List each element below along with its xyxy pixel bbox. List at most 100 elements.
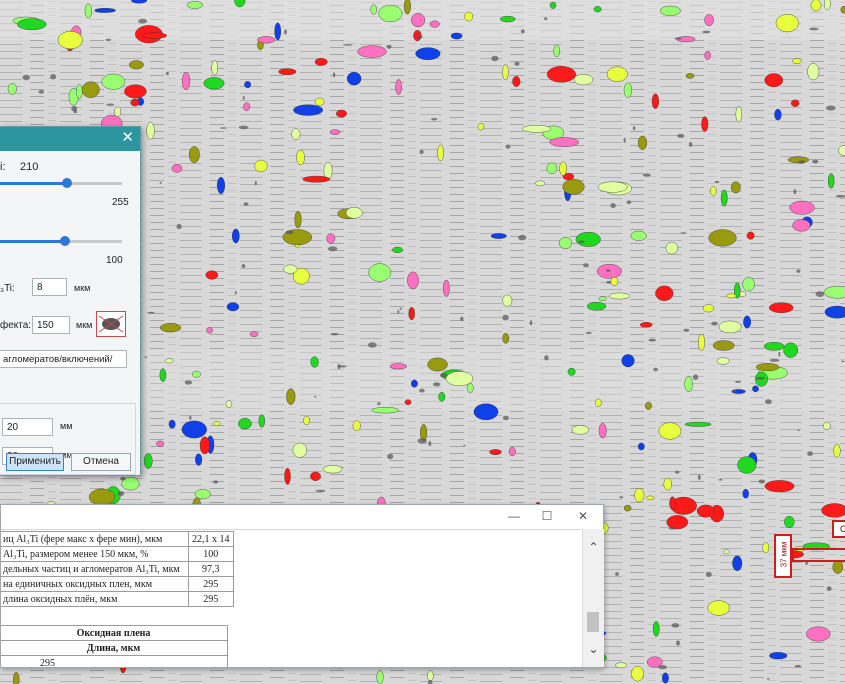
threshold-slider-thumb[interactable]: [62, 178, 73, 188]
second-slider-thumb[interactable]: [59, 236, 70, 246]
inclusion-mark: [314, 395, 317, 398]
results-titlebar[interactable]: — ☐ ✕: [1, 505, 603, 527]
particle: [735, 106, 742, 123]
inclusion-mark: [544, 355, 549, 361]
particle: [764, 480, 795, 493]
particle: [292, 442, 307, 458]
cancel-button[interactable]: Отмена: [71, 453, 131, 471]
particle: [411, 13, 426, 28]
apply-button[interactable]: Применить: [6, 453, 64, 471]
scroll-thumb[interactable]: [587, 612, 599, 632]
inclusion-mark: [38, 89, 45, 94]
inclusion-mark: [285, 230, 294, 235]
inclusion-mark: [648, 338, 656, 342]
inclusion-mark: [809, 27, 819, 31]
threshold-slider[interactable]: [0, 178, 122, 188]
particle: [231, 228, 240, 244]
scroll-down-icon[interactable]: ⌄: [583, 641, 604, 657]
particle: [665, 241, 678, 255]
defect-size-input[interactable]: 150: [32, 316, 70, 334]
particle: [159, 368, 167, 382]
particle: [610, 276, 619, 286]
particle: [94, 7, 116, 13]
particle: [553, 44, 560, 58]
mode-select[interactable]: агломератов/включений/плен: [0, 350, 127, 368]
particle: [549, 1, 557, 9]
inclusion-mark: [841, 360, 845, 363]
inclusion-mark: [826, 105, 836, 111]
particle: [752, 385, 759, 393]
inclusion-mark: [676, 640, 680, 646]
particle: [630, 230, 647, 241]
particle: [211, 60, 218, 76]
oxide-header: Оксидная плена: [1, 625, 228, 641]
min-size-input[interactable]: 8: [32, 278, 67, 296]
particle: [549, 137, 579, 147]
results-close-button[interactable]: ✕: [570, 507, 596, 525]
summary-label: дельных частиц и агломератов Al₃Ti, мкм: [1, 561, 189, 577]
scroll-up-icon[interactable]: ⌃: [583, 539, 604, 555]
particle: [357, 45, 387, 58]
inclusion-mark: [419, 388, 425, 393]
threshold-slider-fill: [0, 182, 68, 185]
particle: [769, 302, 794, 314]
particle: [238, 418, 252, 430]
particle: [631, 666, 644, 682]
second-slider[interactable]: [0, 236, 122, 246]
particle: [294, 210, 302, 229]
particle: [203, 77, 225, 90]
defect-label: фекта:: [0, 320, 32, 331]
particle: [303, 415, 310, 426]
dialog-titlebar[interactable]: ✕: [0, 127, 140, 151]
particle: [143, 453, 153, 469]
results-scrollbar[interactable]: ⌃ ⌄: [582, 529, 604, 667]
inclusion-mark: [529, 320, 533, 326]
particle: [684, 421, 712, 427]
particle: [156, 440, 165, 447]
measurement-box[interactable]: 37 мкм: [774, 534, 792, 578]
inclusion-mark: [387, 453, 394, 460]
inclusion-mark: [697, 474, 701, 480]
particle: [502, 64, 509, 81]
inclusion-mark: [254, 180, 257, 186]
particle: [131, 0, 147, 4]
minimize-button[interactable]: —: [501, 507, 527, 525]
particle: [573, 73, 594, 86]
particle: [346, 71, 362, 86]
summary-value: 295: [188, 591, 234, 607]
results-content: иц Al₃Ti (фере макс х фере мин), мкм 22,1…: [1, 529, 581, 668]
particle: [171, 163, 183, 173]
particle: [427, 357, 448, 372]
particle: [637, 442, 645, 451]
particle: [623, 82, 633, 98]
particle: [651, 93, 660, 109]
inclusion-mark: [705, 571, 712, 578]
inclusion-mark: [433, 382, 441, 387]
slider1-max-label: 255: [112, 197, 129, 208]
inclusion-mark: [674, 470, 680, 474]
inclusion-mark: [242, 95, 245, 100]
particle: [732, 555, 743, 571]
summary-value: 100: [188, 546, 234, 562]
summary-label: иц Al₃Ti (фере макс х фере мин), мкм: [1, 531, 189, 547]
particle: [720, 189, 728, 207]
particle: [302, 175, 331, 183]
inclusion-mark: [765, 399, 772, 405]
inclusion-mark: [463, 444, 466, 447]
particle: [141, 32, 167, 39]
particle: [743, 315, 751, 329]
particle: [392, 246, 403, 254]
particle: [296, 149, 305, 166]
width-input[interactable]: 20: [2, 418, 53, 436]
maximize-button[interactable]: ☐: [534, 507, 560, 525]
particle: [336, 109, 348, 118]
particle: [477, 123, 485, 131]
particle: [329, 129, 341, 135]
defect-preview-button[interactable]: [96, 311, 126, 337]
particle: [13, 672, 20, 684]
inclusion-mark: [315, 489, 326, 493]
inclusion-mark: [755, 376, 766, 380]
inclusion-mark: [623, 137, 626, 143]
inclusion-mark: [619, 496, 624, 499]
dialog-close-button[interactable]: ✕: [121, 130, 134, 146]
